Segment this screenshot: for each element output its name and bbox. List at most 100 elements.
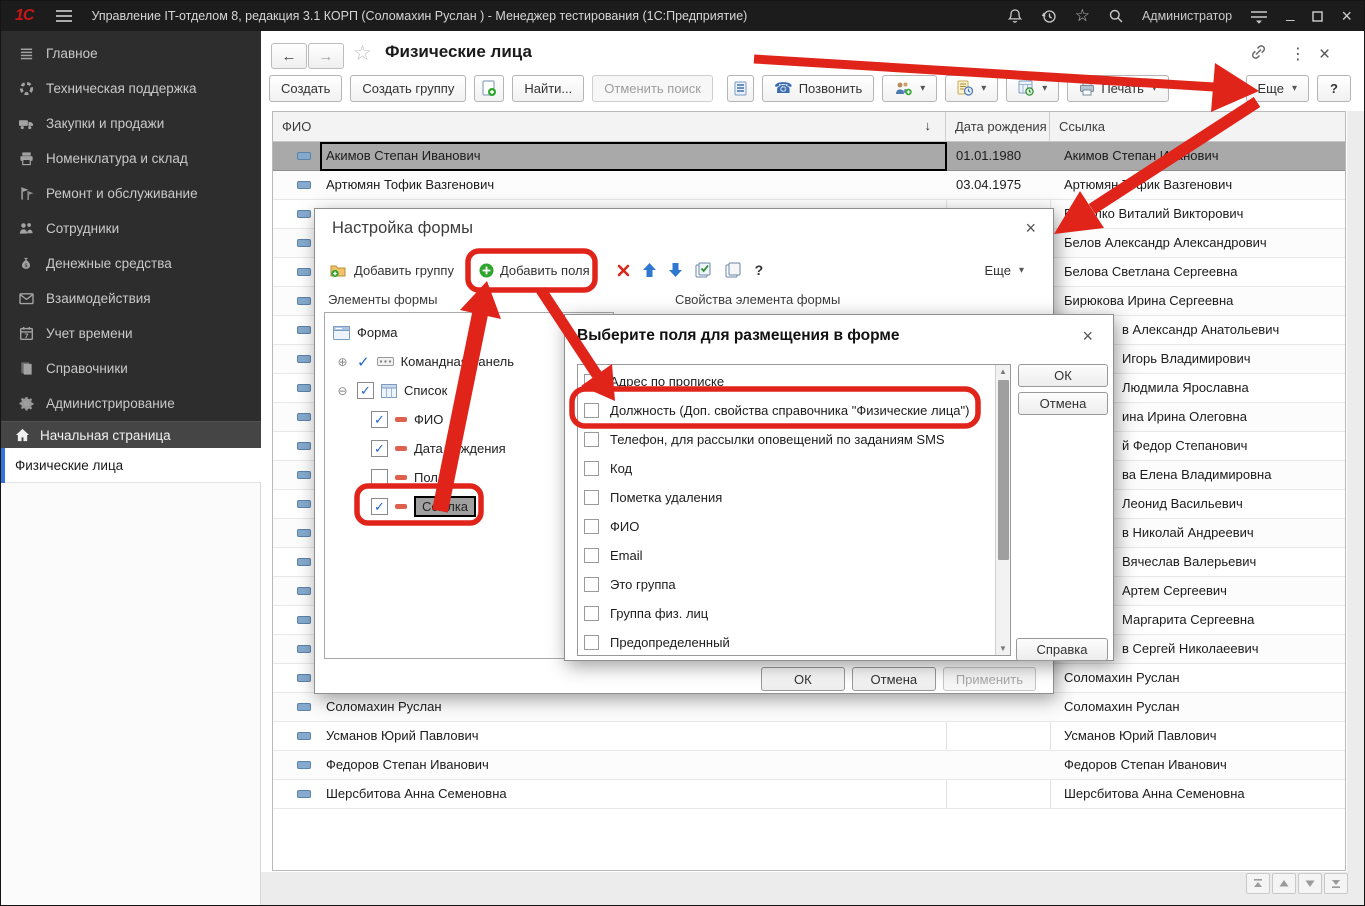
call-button[interactable]: ☎ Позвонить: [762, 75, 874, 102]
ok-button[interactable]: ОК: [1018, 364, 1108, 387]
table-row[interactable]: Акимов Степан Иванович01.01.1980Акимов С…: [273, 142, 1345, 171]
row-drag-handle[interactable]: [297, 500, 311, 508]
tree-expander-icon[interactable]: ⊖: [336, 384, 349, 398]
column-header-link[interactable]: Ссылка: [1050, 112, 1345, 141]
row-drag-handle[interactable]: [297, 355, 311, 363]
find-button[interactable]: Найти...: [512, 75, 584, 102]
field-option[interactable]: Телефон, для рассылки оповещений по зада…: [578, 425, 1010, 454]
field-option[interactable]: Должность (Доп. свойства справочника "Фи…: [578, 396, 1010, 425]
sidebar-item-calendar[interactable]: 7Учет времени: [1, 316, 261, 351]
back-button[interactable]: ←: [271, 43, 307, 69]
maximize-button[interactable]: [1312, 11, 1323, 22]
minimize-button[interactable]: _: [1286, 5, 1294, 22]
visibility-checkmark[interactable]: ✓: [357, 353, 370, 371]
row-drag-handle[interactable]: [297, 152, 311, 160]
field-option[interactable]: Группа физ. лиц: [578, 599, 1010, 628]
add-person-button[interactable]: ▾: [882, 75, 937, 102]
visibility-checkbox[interactable]: ✓: [371, 411, 388, 428]
row-drag-handle[interactable]: [297, 384, 311, 392]
row-drag-handle[interactable]: [297, 703, 311, 711]
table-row[interactable]: Усманов Юрий ПавловичУсманов Юрий Павлов…: [273, 722, 1345, 751]
row-drag-handle[interactable]: [297, 413, 311, 421]
print-button[interactable]: Печать▾: [1067, 75, 1169, 102]
field-checkbox[interactable]: [584, 374, 599, 389]
field-checkbox[interactable]: [584, 606, 599, 621]
table-row[interactable]: Соломахин РусланСоломахин Руслан: [273, 693, 1345, 722]
field-checkbox[interactable]: [584, 577, 599, 592]
sidebar-item-tools[interactable]: Ремонт и обслуживание: [1, 176, 261, 211]
field-option[interactable]: Пометка удаления: [578, 483, 1010, 512]
document-history-button[interactable]: ▾: [945, 75, 998, 102]
column-header-fio[interactable]: ФИО ↓: [273, 112, 946, 141]
table-row[interactable]: Шерсбитова Анна СеменовнаШерсбитова Анна…: [273, 780, 1345, 809]
more-button[interactable]: Еще▾: [1246, 75, 1309, 102]
sidebar-item-people[interactable]: Сотрудники: [1, 211, 261, 246]
delete-element-icon[interactable]: [617, 264, 630, 277]
scroll-up-button[interactable]: [1272, 873, 1296, 894]
field-checkbox[interactable]: [584, 403, 599, 418]
check-all-icon[interactable]: [695, 262, 712, 278]
row-drag-handle[interactable]: [297, 732, 311, 740]
sidebar-item-warehouse[interactable]: Номенклатура и склад: [1, 141, 261, 176]
sidebar-start-page[interactable]: Начальная страница: [1, 421, 261, 448]
favorite-page-star-icon[interactable]: ☆: [353, 41, 372, 66]
cancel-button[interactable]: Отмена: [1018, 392, 1108, 415]
help-button[interactable]: Справка: [1016, 638, 1108, 661]
uncheck-all-icon[interactable]: [725, 262, 742, 278]
history-icon[interactable]: [1041, 8, 1057, 24]
visibility-checkbox[interactable]: ✓: [357, 382, 374, 399]
row-drag-handle[interactable]: [297, 442, 311, 450]
field-option[interactable]: Адрес по прописке: [578, 367, 1010, 396]
row-drag-handle[interactable]: [297, 587, 311, 595]
field-option[interactable]: ФИО: [578, 512, 1010, 541]
row-drag-handle[interactable]: [297, 645, 311, 653]
sidebar-item-life-ring[interactable]: Техническая поддержка: [1, 71, 261, 106]
list-view-button[interactable]: [727, 75, 754, 102]
help-button[interactable]: ?: [1317, 75, 1351, 102]
move-down-icon[interactable]: [669, 263, 682, 277]
sidebar-item-truck[interactable]: Закупки и продажи: [1, 106, 261, 141]
create-button[interactable]: Создать: [269, 75, 342, 102]
row-drag-handle[interactable]: [297, 326, 311, 334]
sidebar-item-books[interactable]: Справочники: [1, 351, 261, 386]
row-drag-handle[interactable]: [297, 761, 311, 769]
tree-expander-icon[interactable]: ⊕: [336, 355, 349, 369]
current-user[interactable]: Администратор: [1142, 9, 1232, 23]
row-drag-handle[interactable]: [297, 558, 311, 566]
main-menu-icon[interactable]: [55, 9, 73, 23]
field-checkbox[interactable]: [584, 432, 599, 447]
dialog-help-icon[interactable]: ?: [755, 262, 764, 278]
sidebar-item-menu-lines[interactable]: Главное: [1, 36, 261, 71]
field-checkbox[interactable]: [584, 461, 599, 476]
field-option[interactable]: Это группа: [578, 570, 1010, 599]
move-up-icon[interactable]: [643, 263, 656, 277]
row-drag-handle[interactable]: [297, 297, 311, 305]
close-page-icon[interactable]: ×: [1319, 44, 1330, 66]
dialog-close-icon[interactable]: ×: [1082, 326, 1093, 347]
row-drag-handle[interactable]: [297, 674, 311, 682]
apply-button[interactable]: Применить: [943, 667, 1036, 691]
window-close-button[interactable]: ×: [1341, 6, 1352, 27]
dialog-more-button[interactable]: Еще▾: [979, 262, 1030, 279]
row-drag-handle[interactable]: [297, 210, 311, 218]
row-drag-handle[interactable]: [297, 268, 311, 276]
visibility-checkbox[interactable]: ✓: [371, 498, 388, 515]
ok-button[interactable]: ОК: [761, 667, 845, 691]
table-row[interactable]: Федоров Степан ИвановичФедоров Степан Ив…: [273, 751, 1345, 780]
cancel-search-button[interactable]: Отменить поиск: [592, 75, 713, 102]
field-option[interactable]: Email: [578, 541, 1010, 570]
row-drag-handle[interactable]: [297, 529, 311, 537]
column-header-birthdate[interactable]: Дата рождения: [946, 112, 1050, 141]
scroll-bottom-button[interactable]: [1324, 873, 1348, 894]
search-icon[interactable]: [1108, 8, 1124, 24]
sidebar-item-money-bag[interactable]: $Денежные средства: [1, 246, 261, 281]
row-drag-handle[interactable]: [297, 239, 311, 247]
notifications-bell-icon[interactable]: [1007, 8, 1023, 24]
field-checkbox[interactable]: [584, 635, 599, 650]
visibility-checkbox[interactable]: [371, 469, 388, 486]
visibility-checkbox[interactable]: ✓: [371, 440, 388, 457]
create-group-button[interactable]: Создать группу: [350, 75, 466, 102]
field-checkbox[interactable]: [584, 519, 599, 534]
row-drag-handle[interactable]: [297, 790, 311, 798]
row-drag-handle[interactable]: [297, 471, 311, 479]
